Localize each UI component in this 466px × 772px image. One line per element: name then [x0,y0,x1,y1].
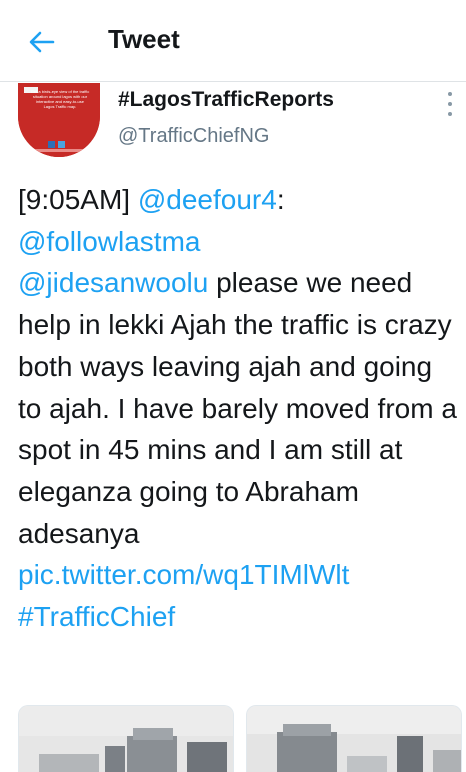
hashtag-trafficchief[interactable]: #TrafficChief [18,601,175,632]
mention-deefour4[interactable]: @deefour4 [138,184,277,215]
more-vertical-icon-dot [448,112,452,116]
mention-jidesanwoolu[interactable]: @jidesanwoolu [18,267,208,298]
tweet-message: please we need help in lekki Ajah the tr… [18,267,457,549]
more-vertical-icon [448,92,452,96]
avatar-caption: Get a birds-eye view of the traffic situ… [30,89,90,109]
arrow-left-icon [29,31,55,53]
author-handle[interactable]: @TrafficChiefNG [118,125,269,148]
mention-followlastma[interactable]: @followlastma [18,226,200,257]
page-title: Tweet [108,24,180,54]
media-container [18,705,464,772]
more-vertical-icon-dot [448,102,452,106]
more-options-button[interactable] [440,89,460,119]
media-photo-2[interactable] [246,705,462,772]
author-display-name[interactable]: #LagosTrafficReports [118,88,334,112]
top-bar: Tweet [0,0,466,82]
traffic-photo-image [19,706,233,772]
traffic-photo-image [247,706,461,772]
back-button[interactable] [22,22,62,62]
tweet-colon: : [276,184,285,215]
tweet-media-link[interactable]: pic.twitter.com/wq1TIMlWlt [18,559,349,590]
tweet-text: [9:05AM] @deefour4: @followlastma @jidesan… [18,179,458,638]
avatar[interactable]: Get a birds-eye view of the traffic situ… [18,83,100,157]
tweet-time: [9:05AM] [18,184,131,215]
media-photo-1[interactable] [18,705,234,772]
